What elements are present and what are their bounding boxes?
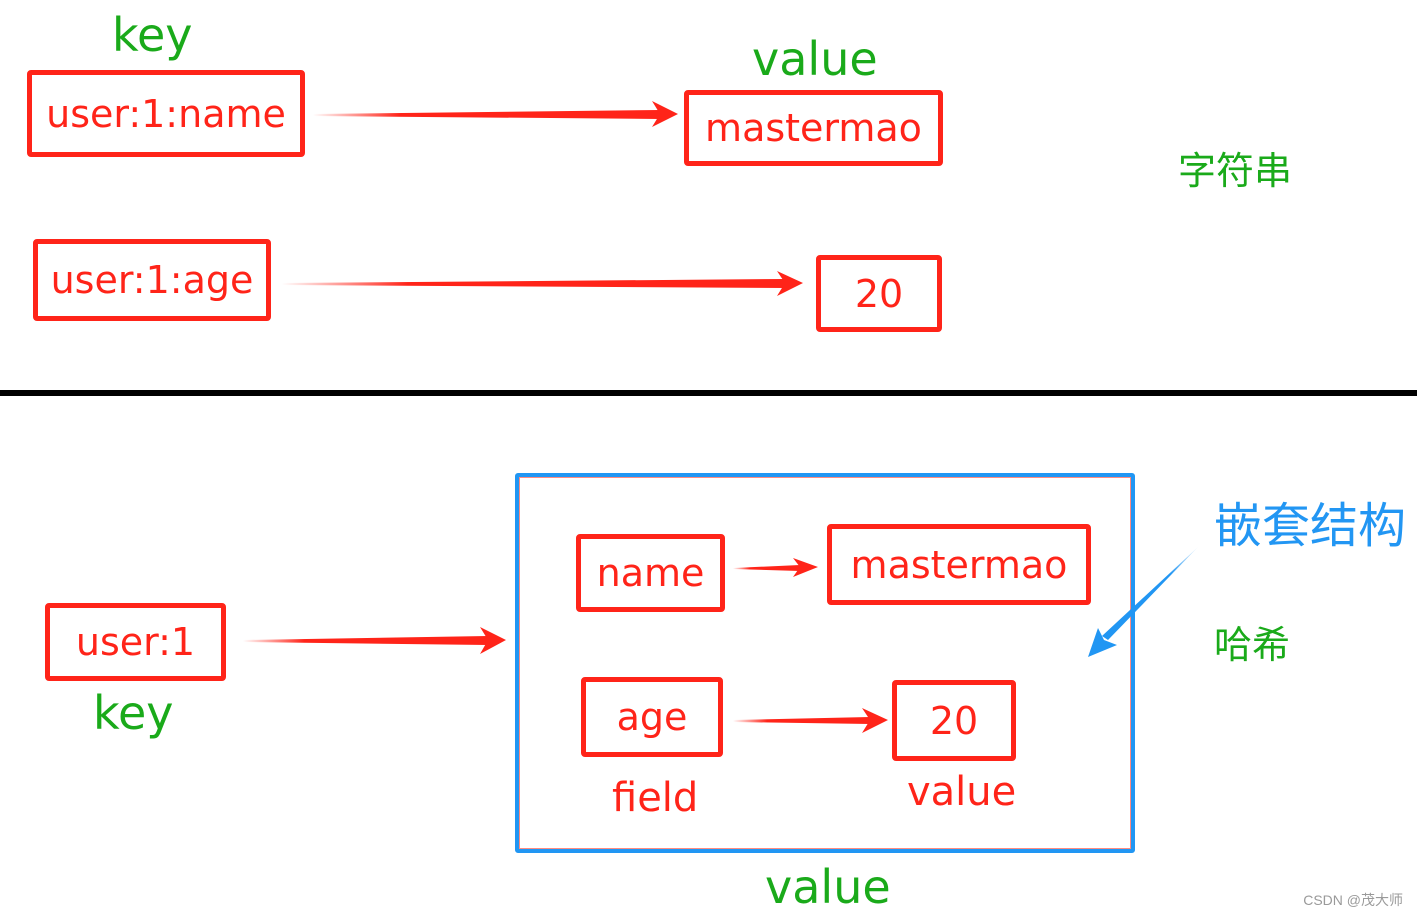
hash-value-label: value	[765, 860, 891, 914]
string-key-text: user:1:age	[50, 258, 254, 302]
string-key-text: user:1:name	[46, 91, 286, 136]
string-type-label: 字符串	[1178, 149, 1293, 193]
hash-field-box-age: age	[581, 677, 723, 757]
hash-key-text: user:1	[75, 620, 196, 664]
hash-field-box-name: name	[576, 534, 725, 612]
hash-value-text: 20	[929, 698, 979, 743]
string-key-box-age: user:1:age	[33, 239, 271, 321]
string-key-label: key	[112, 8, 193, 62]
section-divider	[0, 390, 1417, 396]
watermark: CSDN @茂大师	[1303, 892, 1403, 908]
string-value-label: value	[752, 32, 878, 86]
hash-inner-value-label: value	[907, 769, 1017, 815]
hash-value-box-age: 20	[892, 680, 1016, 761]
hash-value-box-name: mastermao	[827, 524, 1091, 605]
hash-field-label: field	[612, 775, 699, 821]
string-value-text: 20	[854, 271, 904, 316]
hash-field-text: name	[596, 551, 705, 595]
hash-value-text: mastermao	[850, 542, 1068, 587]
nested-structure-label: 嵌套结构	[1214, 498, 1407, 554]
arrow-hash-key	[243, 627, 506, 654]
string-key-box-name: user:1:name	[27, 70, 305, 157]
string-value-box-name: mastermao	[684, 90, 943, 166]
hash-key-box: user:1	[45, 603, 226, 681]
arrow-string-age	[282, 271, 803, 296]
hash-field-text: age	[616, 695, 688, 739]
hash-type-label: 哈希	[1214, 623, 1291, 667]
hash-key-label: key	[93, 686, 174, 740]
string-value-text: mastermao	[705, 106, 922, 150]
string-value-box-age: 20	[816, 255, 942, 332]
arrow-string-name	[313, 101, 678, 127]
